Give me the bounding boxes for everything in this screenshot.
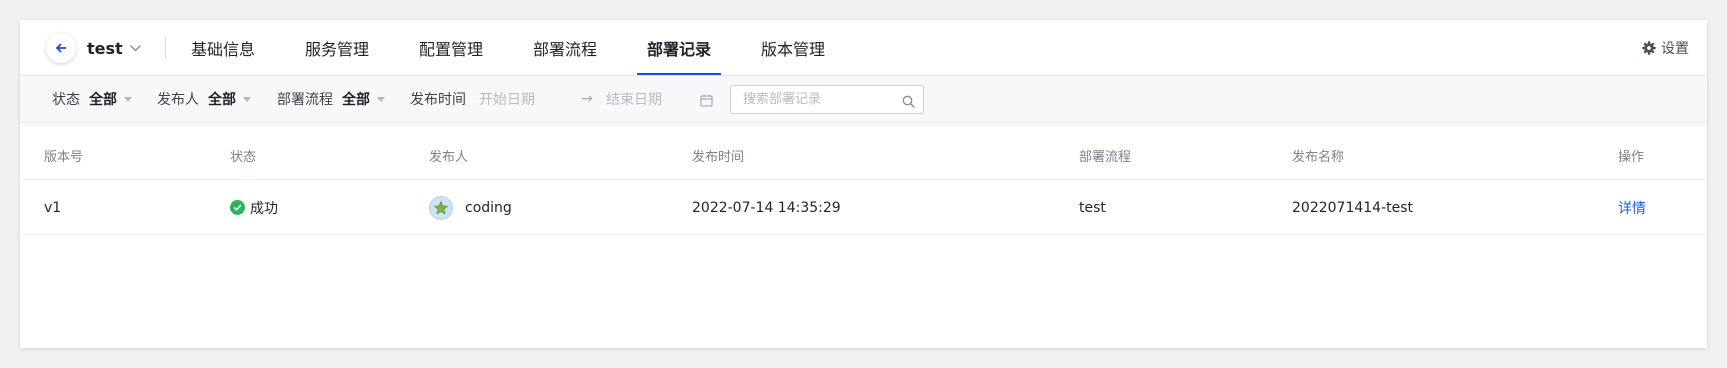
status-text: 成功 xyxy=(250,200,278,217)
tab-service-management[interactable]: 服务管理 xyxy=(305,20,369,76)
table-row: v1 成功 coding 2022-07-14 14:35:29 test 20… xyxy=(20,180,1707,235)
avatar xyxy=(429,195,453,220)
check-circle-icon xyxy=(230,200,245,215)
column-header-version: 版本号 xyxy=(44,149,84,165)
project-selector[interactable]: test xyxy=(87,20,141,76)
status-filter[interactable]: 状态 全部 xyxy=(52,76,132,122)
pipeline-filter-label: 部署流程 xyxy=(277,92,333,108)
search-icon[interactable] xyxy=(902,93,915,112)
search-box xyxy=(730,85,924,114)
status-filter-label: 状态 xyxy=(52,92,80,108)
table-header: 版本号 状态 发布人 发布时间 部署流程 发布名称 操作 xyxy=(20,130,1707,180)
tab-version-management[interactable]: 版本管理 xyxy=(761,20,825,76)
tab-deploy-pipeline[interactable]: 部署流程 xyxy=(533,20,597,76)
column-header-release-name: 发布名称 xyxy=(1292,149,1345,165)
publisher-filter[interactable]: 发布人 全部 xyxy=(157,76,251,122)
tab-deploy-records[interactable]: 部署记录 xyxy=(647,20,711,76)
cell-publisher: coding xyxy=(429,180,512,235)
project-name: test xyxy=(87,38,123,58)
nav-divider xyxy=(165,37,166,58)
deploy-records-panel: test 基础信息 服务管理 配置管理 部署流程 部署记录 版本管理 设置 状态… xyxy=(20,20,1707,348)
caret-down-icon xyxy=(377,97,385,102)
details-link[interactable]: 详情 xyxy=(1618,198,1646,218)
settings-label: 设置 xyxy=(1661,41,1689,57)
filter-bar: 状态 全部 发布人 全部 部署流程 全部 发布时间 开始日期 → 结束日期 xyxy=(20,76,1707,122)
column-header-actions: 操作 xyxy=(1618,149,1645,165)
caret-down-icon xyxy=(124,97,132,102)
column-header-status: 状态 xyxy=(230,149,257,165)
chevron-down-icon xyxy=(129,44,141,52)
tab-config-management[interactable]: 配置管理 xyxy=(419,20,483,76)
cell-pipeline: test xyxy=(1079,199,1106,216)
column-header-publish-time: 发布时间 xyxy=(692,149,745,165)
gear-icon xyxy=(1642,41,1661,55)
arrow-left-icon xyxy=(55,42,67,54)
publisher-name: coding xyxy=(465,199,512,216)
column-header-pipeline: 部署流程 xyxy=(1079,149,1132,165)
column-header-publisher: 发布人 xyxy=(429,149,469,165)
calendar-icon[interactable] xyxy=(700,92,713,111)
settings-button[interactable]: 设置 xyxy=(1642,20,1689,76)
cell-actions: 详情 xyxy=(1618,180,1646,235)
cell-status: 成功 xyxy=(230,180,278,235)
date-range-arrow: → xyxy=(581,91,593,107)
cell-publish-time: 2022-07-14 14:35:29 xyxy=(692,199,841,216)
top-nav: test 基础信息 服务管理 配置管理 部署流程 部署记录 版本管理 设置 xyxy=(20,20,1707,76)
start-date-input[interactable]: 开始日期 xyxy=(479,76,535,122)
publish-time-label: 发布时间 xyxy=(410,92,466,108)
end-date-input[interactable]: 结束日期 xyxy=(606,76,662,122)
cell-release-name: 2022071414-test xyxy=(1292,199,1414,216)
search-input[interactable] xyxy=(741,86,891,113)
publisher-filter-label: 发布人 xyxy=(157,92,199,108)
pipeline-filter[interactable]: 部署流程 全部 xyxy=(277,76,385,122)
publisher-filter-value: 全部 xyxy=(208,92,236,108)
caret-down-icon xyxy=(243,97,251,102)
cell-version: v1 xyxy=(44,199,62,216)
active-tab-indicator xyxy=(637,73,721,75)
pipeline-filter-value: 全部 xyxy=(342,92,370,108)
tab-basic-info[interactable]: 基础信息 xyxy=(191,20,255,76)
status-filter-value: 全部 xyxy=(89,92,117,108)
back-button[interactable] xyxy=(46,33,76,63)
